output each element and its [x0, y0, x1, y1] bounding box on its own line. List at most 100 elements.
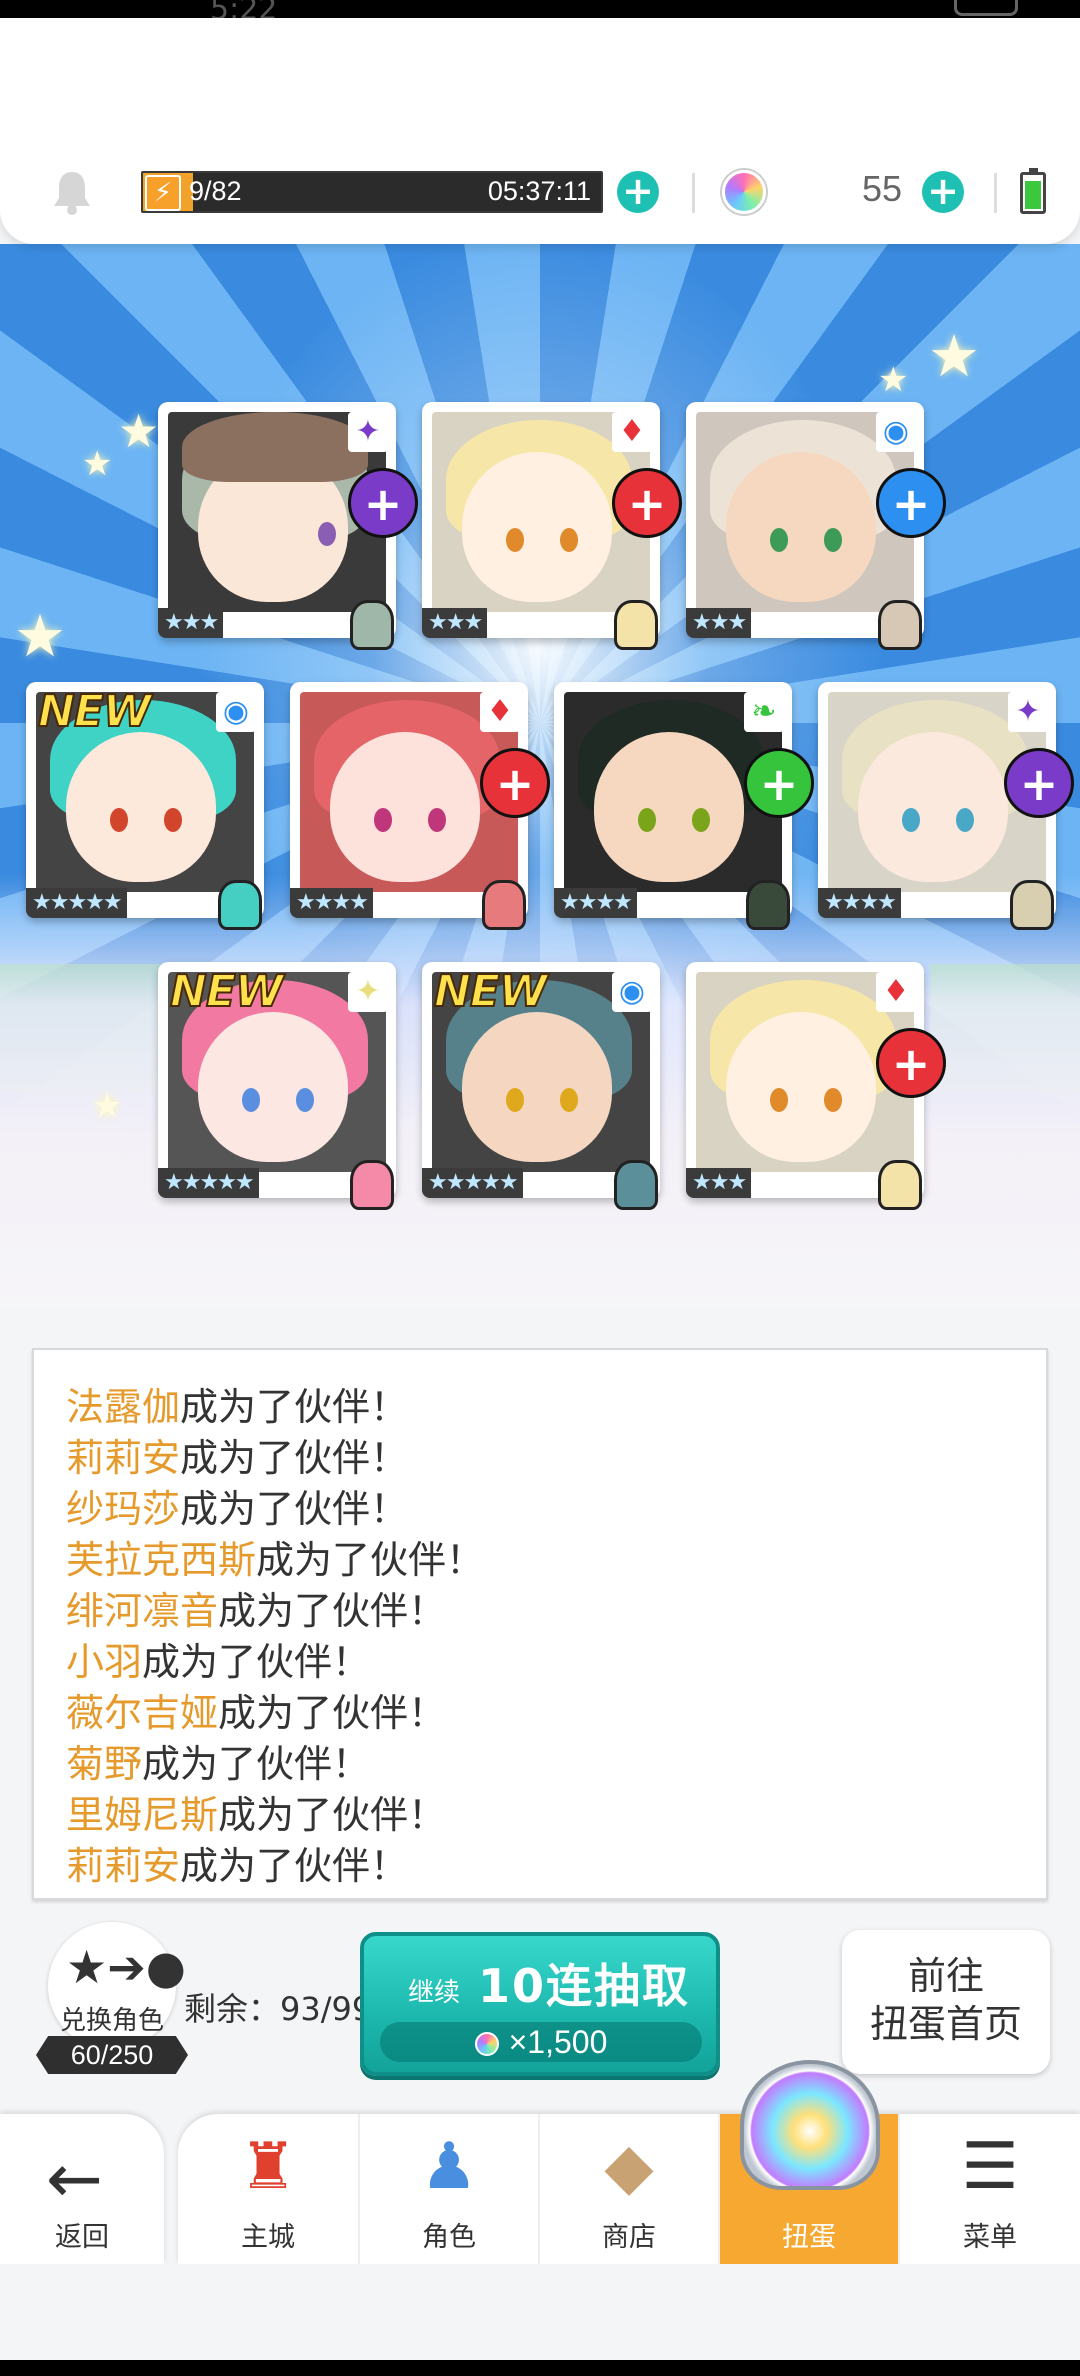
nav-item-town[interactable]: ♜ 主城	[178, 2114, 358, 2264]
gem-icon	[722, 170, 766, 214]
water-orb-icon: +	[876, 468, 946, 538]
bell-icon[interactable]	[50, 168, 94, 216]
bottom-bar	[0, 2360, 1080, 2376]
nav-label: 菜单	[963, 2222, 1017, 2253]
back-button[interactable]: ← 返回	[0, 2114, 164, 2264]
nav-label: 扭蛋	[782, 2222, 836, 2253]
stamina-value: 9/82	[189, 176, 242, 206]
new-badge: NEW	[37, 685, 152, 738]
rarity-stars: ★★★★	[290, 888, 373, 918]
log-suffix: 成为了伙伴！	[180, 1487, 409, 1531]
log-suffix: 成为了伙伴！	[180, 1385, 409, 1429]
character-card[interactable]: ❧ + ★★★★	[554, 682, 814, 930]
battery-icon	[1020, 168, 1046, 214]
stamina-timer: 05:37:11	[487, 176, 591, 206]
character-card[interactable]: ✦ + ★★★	[158, 402, 418, 650]
character-name: 芙拉克西斯	[66, 1538, 257, 1582]
menu-list-icon: ☰	[961, 2130, 1019, 2204]
log-suffix: 成为了伙伴！	[142, 1742, 371, 1786]
rarity-stars: ★★★★	[818, 888, 901, 918]
chibi-sprite	[614, 1160, 658, 1210]
fire-element-icon: ♦	[612, 412, 652, 452]
wind-orb-icon: +	[744, 748, 814, 818]
nav-item-menu[interactable]: ☰ 菜单	[898, 2114, 1080, 2264]
fire-orb-icon: +	[480, 748, 550, 818]
sparkle-star-icon: ★	[878, 360, 909, 400]
footer-area	[0, 2264, 1080, 2360]
chibi-sprite	[482, 880, 526, 930]
new-badge: NEW	[433, 965, 548, 1018]
dark-element-icon: ✦	[348, 412, 388, 452]
gacha-home-button[interactable]: 前往 扭蛋首页	[842, 1930, 1050, 2074]
character-name: 小羽	[66, 1640, 143, 1684]
nav-item-shop[interactable]: ◆ 商店	[538, 2114, 718, 2264]
fire-element-icon: ♦	[480, 692, 520, 732]
add-stamina-button[interactable]: +	[617, 171, 659, 213]
rarity-stars: ★★★★★	[26, 888, 127, 918]
fire-orb-icon: +	[612, 468, 682, 538]
sparkle-star-icon: ★	[928, 322, 980, 390]
water-element-icon: ◉	[612, 972, 652, 1012]
ten-pull-label: 10连抽取	[478, 1959, 691, 2013]
divider	[994, 173, 997, 213]
nav-label: 主城	[241, 2222, 295, 2253]
nav-label: 角色	[422, 2222, 476, 2253]
log-line: 里姆尼斯成为了伙伴！	[66, 1784, 446, 1839]
character-card[interactable]: ♦ + ★★★	[686, 962, 946, 1210]
log-line: 法露伽成为了伙伴！	[66, 1376, 408, 1431]
back-arrow-icon: ←	[46, 2140, 103, 2219]
character-card[interactable]: ♦ + ★★★	[422, 402, 682, 650]
log-suffix: 成为了伙伴！	[256, 1538, 485, 1582]
app-root: 5:22 ⚡ 9/82 05:37:11 + 55 + ★ ★ ★ ★ ★ ★	[0, 0, 1080, 2376]
chibi-sprite	[746, 880, 790, 930]
character-card[interactable]: ◉ + ★★★	[686, 402, 946, 650]
exchange-character-button[interactable]: ★➔● 兑换角色	[48, 1922, 186, 2050]
nav-label: 商店	[602, 2222, 656, 2253]
gacha-capsule-icon	[740, 2060, 880, 2190]
log-line: 莉莉安成为了伙伴！	[66, 1835, 408, 1890]
exchange-label: 兑换角色	[59, 2006, 164, 2036]
chibi-sprite	[1010, 880, 1054, 930]
character-name: 莉莉安	[66, 1844, 181, 1888]
chibi-sprite	[878, 600, 922, 650]
character-name: 莉莉安	[66, 1436, 181, 1480]
log-suffix: 成为了伙伴！	[142, 1640, 371, 1684]
sparkle-star-icon: ★	[92, 1086, 123, 1126]
log-suffix: 成为了伙伴！	[180, 1436, 409, 1480]
pull-cost: ×1,500	[380, 2022, 702, 2062]
rarity-stars: ★★★	[686, 1168, 752, 1198]
rarity-stars: ★★★	[158, 608, 224, 638]
lightning-icon: ⚡	[145, 175, 181, 211]
remaining-count: 剩余：93/99	[184, 1990, 373, 2028]
character-card[interactable]: ✦ + ★★★★	[818, 682, 1074, 930]
character-card[interactable]: NEW ◉ ★★★★★	[26, 682, 264, 930]
character-card[interactable]: NEW ◉ ★★★★★	[422, 962, 660, 1210]
add-gem-button[interactable]: +	[922, 171, 964, 213]
log-line: 菊野成为了伙伴！	[66, 1733, 370, 1788]
gacha-home-label-line2: 扭蛋首页	[869, 2002, 1022, 2046]
sparkle-star-icon: ★	[14, 602, 66, 670]
gacha-result-stage: ★ ★ ★ ★ ★ ★ ✦ + ★★★ ♦ + ★★★ ◉ + ★★★ NEW …	[0, 244, 1080, 1308]
chibi-sprite	[878, 1160, 922, 1210]
pull-cost-value: ×1,500	[508, 2024, 608, 2060]
character-card[interactable]: ♦ + ★★★★	[290, 682, 550, 930]
sparkle-star-icon: ★	[82, 444, 113, 484]
gem-icon	[474, 2032, 499, 2056]
character-icon: ♟	[420, 2130, 478, 2204]
character-name: 纱玛莎	[66, 1487, 181, 1531]
divider	[692, 173, 695, 213]
bottom-nav: ♜ 主城 ♟ 角色 ◆ 商店 扭蛋 ☰ 菜单	[178, 2114, 1080, 2264]
log-suffix: 成为了伙伴！	[218, 1589, 447, 1633]
ten-pull-button[interactable]: 继续 10连抽取 ×1,500	[360, 1932, 720, 2076]
nav-item-characters[interactable]: ♟ 角色	[358, 2114, 538, 2264]
log-line: 薇尔吉娅成为了伙伴！	[66, 1682, 446, 1737]
exchange-count: 60/250	[36, 2036, 188, 2074]
status-battery-icon	[954, 0, 1018, 16]
resource-header: ⚡ 9/82 05:37:11 + 55 +	[0, 18, 1080, 244]
rarity-stars: ★★★★★	[422, 1168, 523, 1198]
gem-count: 55	[862, 168, 903, 209]
town-icon: ♜	[239, 2130, 297, 2204]
result-log[interactable]: 法露伽成为了伙伴！ 莉莉安成为了伙伴！ 纱玛莎成为了伙伴！ 芙拉克西斯成为了伙伴…	[32, 1348, 1048, 1900]
log-suffix: 成为了伙伴！	[218, 1793, 447, 1837]
character-card[interactable]: NEW ✦ ★★★★★	[158, 962, 396, 1210]
